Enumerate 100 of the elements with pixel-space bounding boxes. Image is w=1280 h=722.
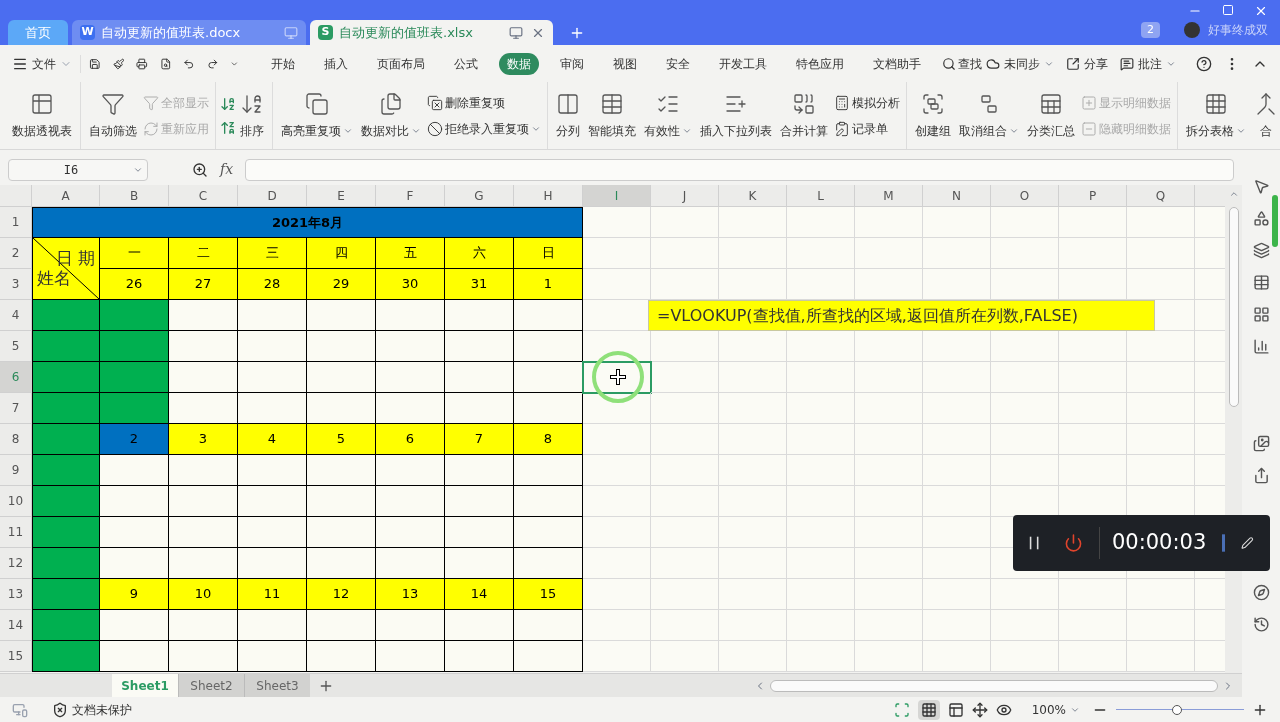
function-button[interactable]: fx (220, 159, 234, 180)
avatar[interactable] (1184, 22, 1200, 38)
ribbon-button[interactable]: 插入下拉列表 (696, 82, 776, 149)
column-header[interactable]: G (445, 185, 514, 207)
ribbon-button[interactable]: 有效性 (640, 82, 696, 149)
column-header[interactable]: N (923, 185, 991, 207)
column-header[interactable]: D (238, 185, 307, 207)
column-header[interactable]: H (514, 185, 583, 207)
help-icon[interactable] (1196, 55, 1213, 72)
row-header[interactable]: 7 (0, 393, 32, 424)
scrollbar-thumb[interactable] (770, 679, 1218, 692)
zoom-level[interactable]: 100% (1031, 700, 1080, 719)
search-button[interactable]: 查找 (942, 54, 983, 73)
protection-status[interactable]: 文档未保护 (52, 700, 132, 719)
ribbon-button[interactable]: 取消组合 (955, 82, 1023, 149)
grid-icon[interactable] (1252, 306, 1270, 323)
table-icon[interactable] (1252, 274, 1270, 291)
menu-tab[interactable]: 安全 (658, 52, 699, 75)
ribbon-button[interactable]: 分类汇总 (1023, 82, 1079, 149)
ribbon-button[interactable]: 分列 (552, 82, 584, 149)
monitor-icon[interactable] (509, 25, 523, 40)
ribbon-button[interactable]: 合 (1250, 82, 1280, 149)
menu-action[interactable]: 批注 (1120, 54, 1177, 73)
row-header[interactable]: 2 (0, 238, 32, 269)
menu-tab[interactable]: 数据 (499, 52, 540, 75)
file-menu[interactable]: 文件 (12, 54, 81, 73)
new-tab-icon[interactable] (569, 25, 585, 41)
reading-mode-icon[interactable] (971, 701, 988, 718)
row-header[interactable]: 15 (0, 641, 32, 672)
bar-chart-icon[interactable] (1252, 338, 1270, 355)
zoom-slider[interactable] (1116, 703, 1244, 716)
menu-tab[interactable]: 审阅 (552, 52, 593, 75)
scrollbar-thumb[interactable] (1228, 207, 1239, 407)
row-header[interactable]: 12 (0, 548, 32, 579)
slider-thumb[interactable] (1172, 704, 1183, 715)
zoom-icon[interactable] (192, 161, 208, 178)
row-header[interactable]: 4 (0, 300, 32, 331)
sheet-tab[interactable]: Sheet2 (178, 674, 244, 697)
row-header[interactable]: 1 (0, 207, 32, 238)
sort-descending-icon[interactable] (220, 119, 236, 136)
ribbon-button[interactable]: 合并计算 (776, 82, 832, 149)
column-header[interactable]: K (719, 185, 787, 207)
menu-tab[interactable]: 插入 (316, 52, 357, 75)
page-break-icon[interactable] (947, 701, 964, 718)
normal-view-icon[interactable] (917, 699, 940, 720)
row-header[interactable]: 9 (0, 455, 32, 486)
ribbon-button[interactable]: 高亮重复项 (277, 82, 357, 149)
menu-tab[interactable]: 公式 (446, 52, 487, 75)
column-header[interactable]: M (855, 185, 923, 207)
ribbon-small-button[interactable]: 拒绝录入重复项 (427, 119, 541, 138)
pause-icon[interactable] (1029, 534, 1041, 552)
ribbon-button[interactable]: 智能填充 (584, 82, 640, 149)
ribbon-small-button[interactable]: 模拟分析 (834, 93, 900, 112)
column-header[interactable]: E (307, 185, 376, 207)
column-header[interactable]: O (991, 185, 1059, 207)
compass-icon[interactable] (1252, 584, 1270, 601)
menu-tab[interactable]: 文档助手 (865, 52, 930, 75)
column-header[interactable]: B (100, 185, 169, 207)
ribbon-button[interactable]: 自动筛选 (85, 82, 141, 149)
column-header[interactable]: F (376, 185, 445, 207)
row-header[interactable]: 11 (0, 517, 32, 548)
power-icon[interactable] (1064, 531, 1083, 555)
close-icon[interactable] (1254, 4, 1268, 18)
menu-tab[interactable]: 特色应用 (788, 52, 853, 75)
formula-input[interactable] (245, 158, 1234, 181)
history-icon[interactable] (1252, 616, 1270, 633)
sort-ascending-icon[interactable] (220, 95, 236, 112)
ribbon-button[interactable]: 数据对比 (357, 82, 425, 149)
maximize-icon[interactable] (1222, 4, 1234, 16)
document-tab[interactable]: W 自动更新的值班表.docx (72, 20, 306, 45)
menu-tab[interactable]: 视图 (605, 52, 646, 75)
row-header[interactable]: 14 (0, 610, 32, 641)
ribbon-button[interactable]: 拆分表格 (1182, 82, 1250, 149)
column-header[interactable]: L (787, 185, 855, 207)
column-header[interactable]: A (32, 185, 100, 207)
share-icon[interactable] (1252, 467, 1270, 484)
row-header[interactable]: 10 (0, 486, 32, 517)
row-header[interactable]: 8 (0, 424, 32, 455)
row-header[interactable]: 13 (0, 579, 32, 610)
column-header[interactable]: Q (1127, 185, 1195, 207)
ribbon-button[interactable]: 排序 (236, 82, 268, 149)
pen-icon[interactable] (1241, 535, 1254, 551)
shapes-icon[interactable] (1252, 210, 1270, 227)
select-icon[interactable] (1252, 178, 1270, 195)
row-header[interactable]: 3 (0, 269, 32, 300)
layers-icon[interactable] (1252, 242, 1270, 259)
menu-action[interactable]: 分享 (1066, 54, 1109, 73)
sheet-tab[interactable]: Sheet3 (244, 674, 310, 697)
menu-tab[interactable]: 开发工具 (711, 52, 776, 75)
ribbon-small-button[interactable]: 记录单 (834, 119, 900, 138)
column-header[interactable]: J (651, 185, 719, 207)
document-tab[interactable]: S 自动更新的值班表.xlsx (310, 20, 553, 45)
name-box[interactable]: I6 (8, 158, 148, 181)
ribbon-small-button[interactable]: 删除重复项 (427, 93, 541, 112)
ribbon-button[interactable]: 数据透视表 (8, 82, 76, 149)
menu-tab[interactable]: 开始 (263, 52, 304, 75)
menu-action[interactable]: 未同步 (986, 54, 1055, 73)
menu-tab[interactable]: 页面布局 (369, 52, 434, 75)
images-icon[interactable] (1252, 435, 1270, 452)
row-header[interactable]: 5 (0, 331, 32, 362)
